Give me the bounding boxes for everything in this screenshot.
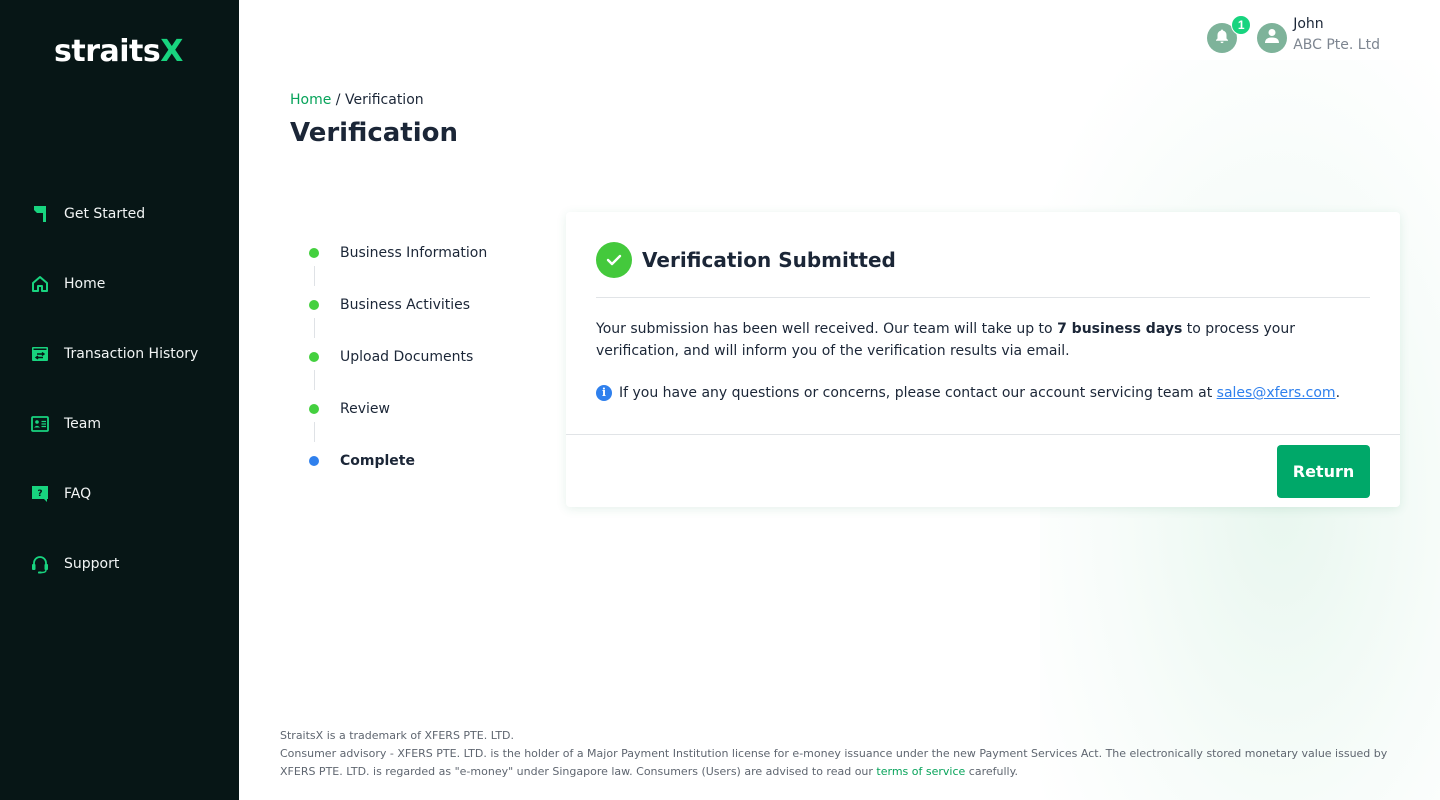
sales-email-link[interactable]: sales@xfers.com [1217,385,1336,401]
headset-icon [30,554,50,574]
question-chat-icon: ? [30,484,50,504]
step-business-activities: Business Activities [309,292,487,344]
processing-time: 7 business days [1057,321,1183,337]
straitsx-logo[interactable]: straitsX [54,34,183,69]
step-done-dot [309,300,319,310]
header-user-area: 1 John ABC Pte. Ltd [1207,14,1380,56]
step-connector [314,370,315,390]
step-done-dot [309,352,319,362]
card-footer: Return [566,434,1400,507]
user-name: John [1293,16,1324,32]
logo-accent: X [160,34,183,69]
page-title: Verification [290,118,459,148]
card-body: Your submission has been well received. … [596,318,1360,404]
sidebar-item-label: Team [64,416,102,432]
advisory-text-end: carefully. [965,765,1019,778]
sidebar-item-label: FAQ [64,486,92,502]
avatar[interactable] [1257,23,1288,53]
step-label: Review [340,401,390,417]
legal-footer: StraitsX is a trademark of XFERS PTE. LT… [280,727,1400,781]
info-icon: i [596,385,612,401]
sidebar-item-get-started[interactable]: Get Started [30,200,145,228]
home-icon [30,274,50,294]
step-done-dot [309,248,319,258]
card-title: Verification Submitted [642,248,896,272]
verification-stepper: Business Information Business Activities… [309,240,487,500]
sidebar-item-label: Home [64,276,106,292]
check-circle-icon [596,242,632,278]
return-button[interactable]: Return [1277,445,1370,498]
contact-info: i If you have any questions or concerns,… [596,382,1360,404]
step-complete: Complete [309,448,487,500]
contact-text-post: . [1335,385,1341,401]
breadcrumb-separator: / [331,92,345,108]
notification-badge: 1 [1231,15,1252,35]
contact-text: If you have any questions or concerns, p… [619,382,1340,404]
sidebar-item-home[interactable]: Home [30,270,105,298]
sidebar: straitsX Get Started Home Transaction Hi… [0,0,239,800]
step-label: Business Activities [340,297,471,313]
sidebar-item-team[interactable]: Team [30,410,101,438]
sidebar-item-label: Transaction History [64,346,199,362]
svg-text:?: ? [37,489,42,499]
advisory-text: Consumer advisory - XFERS PTE. LTD. is t… [280,747,1388,778]
user-company: ABC Pte. Ltd [1293,37,1380,53]
bell-icon [1214,28,1230,49]
sidebar-item-label: Get Started [64,206,146,222]
flag-icon [30,204,50,224]
step-label: Complete [340,453,415,469]
message-text: Your submission has been well received. … [596,321,1058,337]
card-header: Verification Submitted [596,242,1370,298]
step-connector [314,422,315,442]
step-connector [314,266,315,286]
user-icon [1263,27,1281,50]
consumer-advisory: Consumer advisory - XFERS PTE. LTD. is t… [280,745,1400,781]
notifications-button[interactable]: 1 [1207,15,1252,53]
sidebar-item-label: Support [64,556,120,572]
sidebar-item-faq[interactable]: ? FAQ [30,480,91,508]
trademark-notice: StraitsX is a trademark of XFERS PTE. LT… [280,729,515,742]
step-label: Upload Documents [340,349,474,365]
submission-message: Your submission has been well received. … [596,318,1360,362]
sidebar-item-transaction-history[interactable]: Transaction History [30,340,198,368]
step-done-dot [309,404,319,414]
step-business-information: Business Information [309,240,487,292]
terms-of-service-link[interactable]: terms of service [876,765,965,778]
step-upload-documents: Upload Documents [309,344,487,396]
breadcrumb-home-link[interactable]: Home [290,92,331,108]
step-current-dot [309,456,319,466]
logo-text: straits [54,34,161,69]
breadcrumb-current: Verification [344,92,424,108]
contact-text-pre: If you have any questions or concerns, p… [619,385,1217,401]
id-card-icon [30,414,50,434]
verification-submitted-card: Verification Submitted Your submission h… [566,212,1400,507]
user-menu[interactable]: John ABC Pte. Ltd [1293,14,1380,56]
breadcrumb: Home / Verification [290,92,424,108]
step-label: Business Information [340,245,488,261]
step-connector [314,318,315,338]
transaction-icon [30,344,50,364]
sidebar-item-support[interactable]: Support [30,550,119,578]
step-review: Review [309,396,487,448]
